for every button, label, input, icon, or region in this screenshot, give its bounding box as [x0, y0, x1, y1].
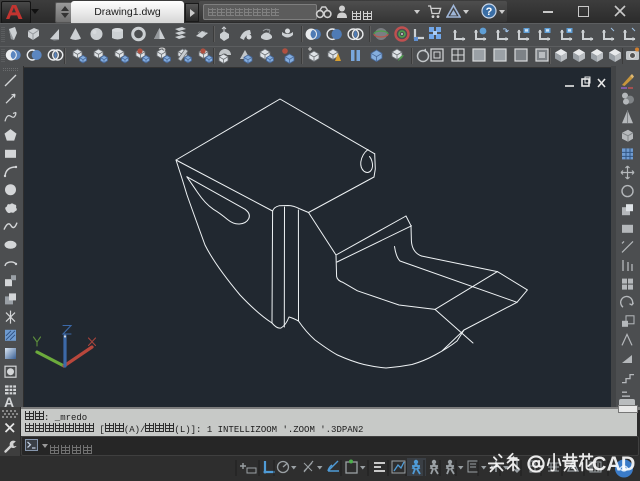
svg-text:?: ?: [486, 6, 493, 18]
svg-text:CAD: CAD: [592, 454, 635, 476]
svg-text:A: A: [4, 394, 14, 407]
